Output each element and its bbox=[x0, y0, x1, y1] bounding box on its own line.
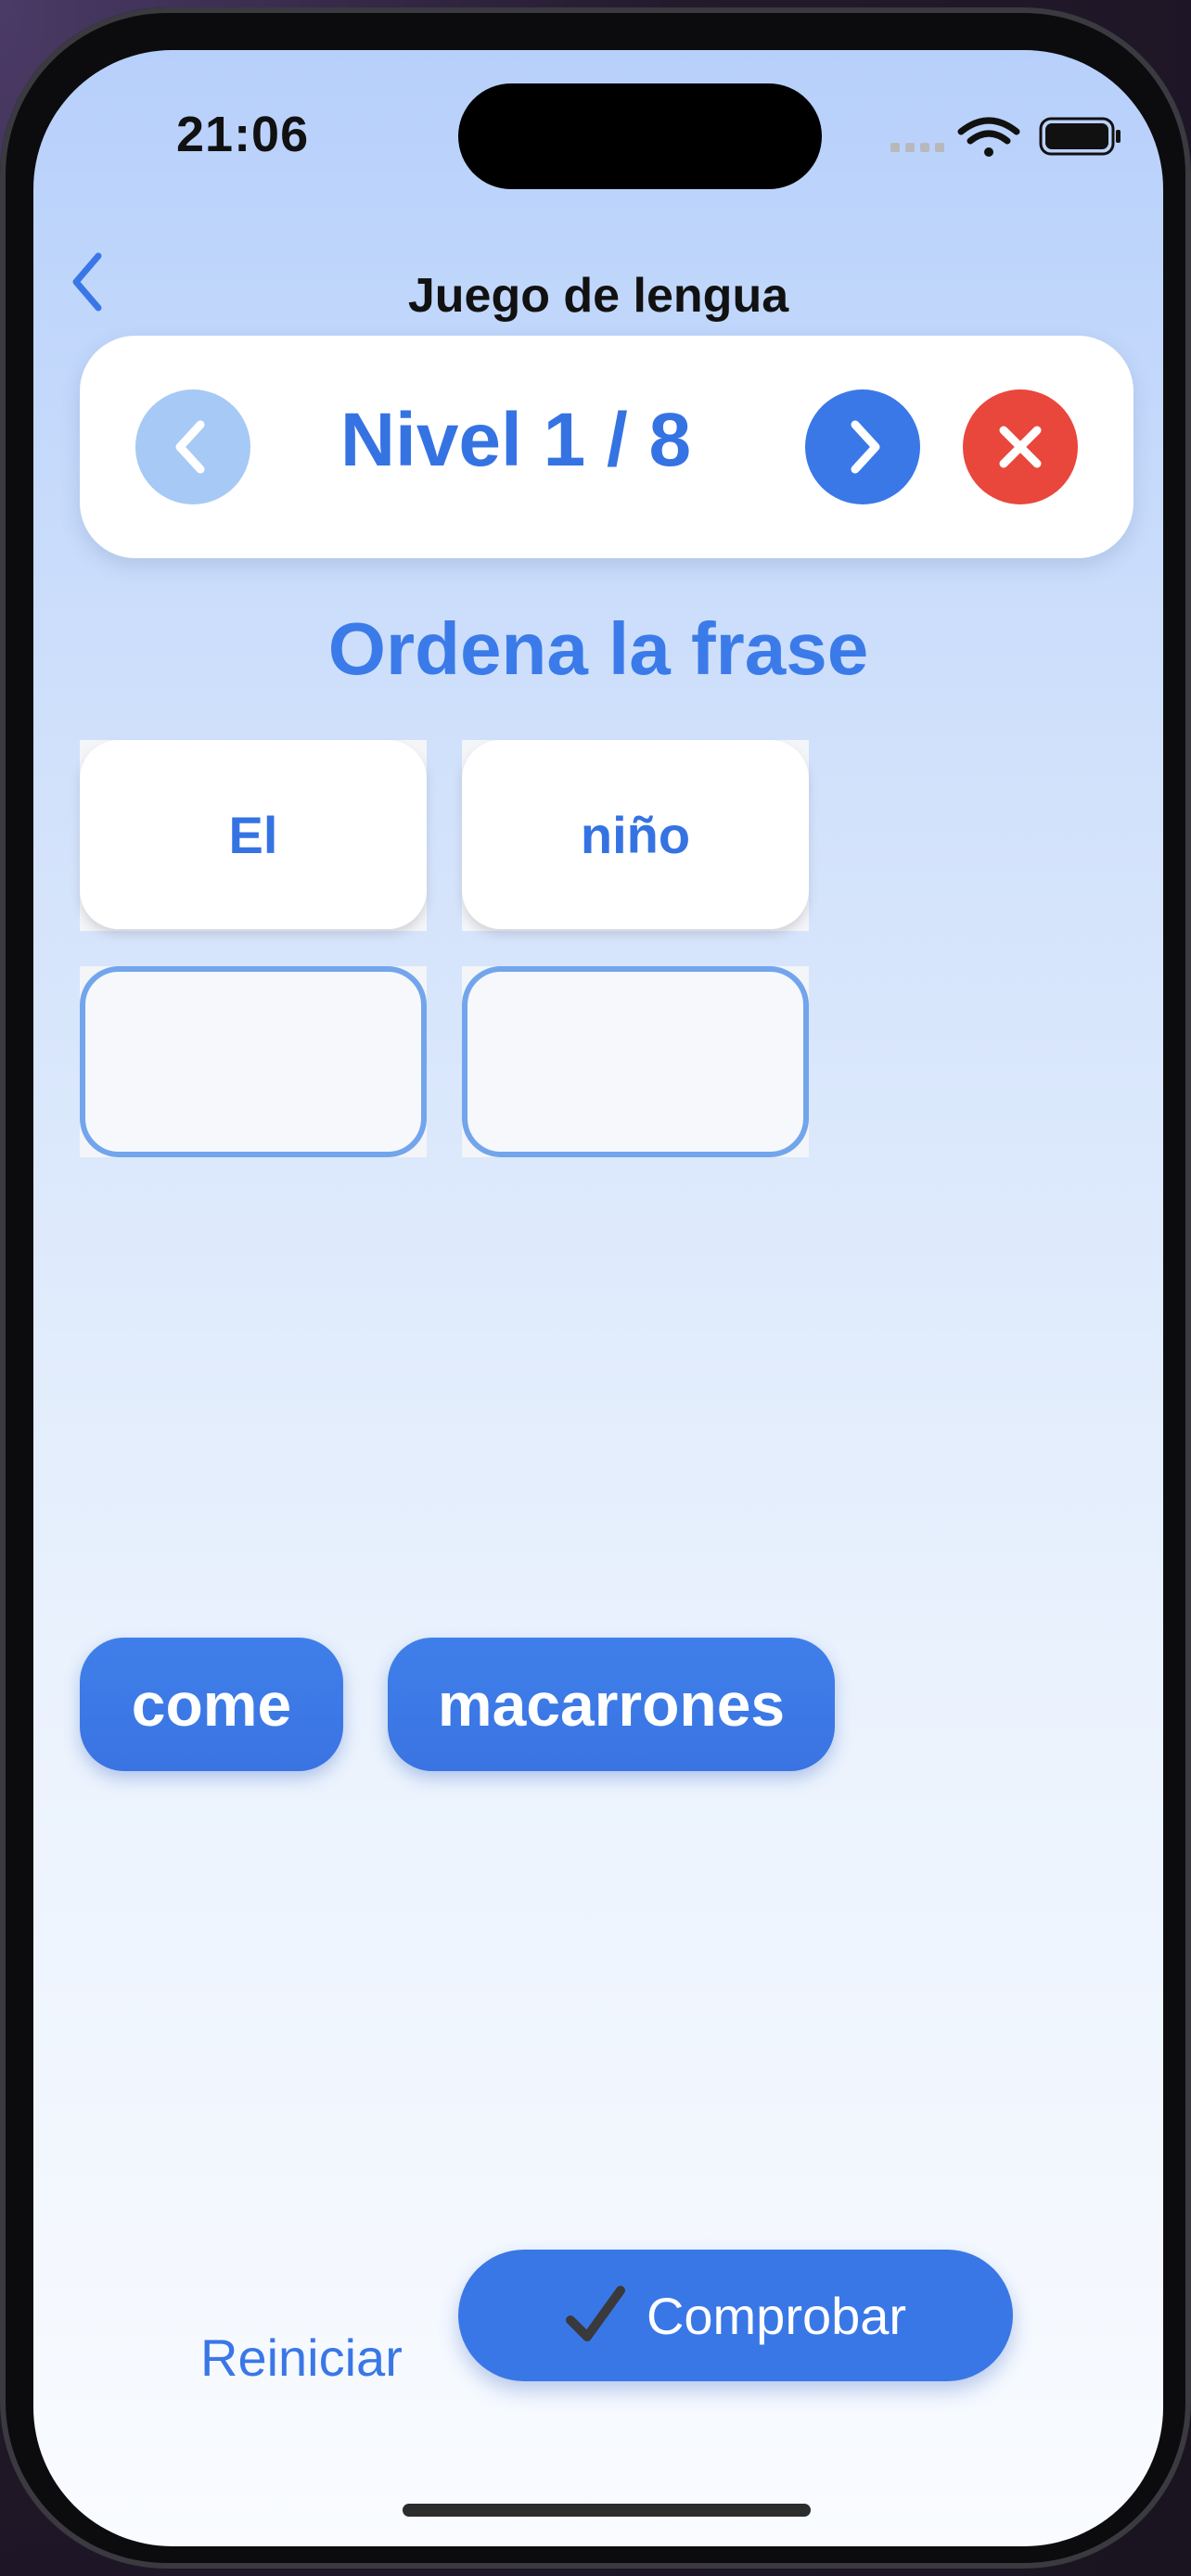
reset-button[interactable]: Reiniciar bbox=[200, 2327, 403, 2388]
checkmark-icon bbox=[565, 2286, 625, 2341]
empty-slot bbox=[80, 966, 427, 1157]
placed-word[interactable]: niño bbox=[462, 740, 809, 929]
word-chip-come[interactable]: come bbox=[80, 1638, 343, 1771]
nav-title: Juego de lengua bbox=[407, 269, 789, 323]
next-level-button[interactable] bbox=[805, 389, 920, 504]
home-indicator[interactable] bbox=[403, 2504, 811, 2517]
answer-slot-4[interactable] bbox=[462, 966, 809, 1157]
answer-slot-1[interactable]: El bbox=[80, 740, 427, 931]
dynamic-island bbox=[458, 83, 822, 189]
device-background: 21:06 Juego de lengua Nivel 1 / 8 Ordena… bbox=[0, 0, 1191, 2576]
close-icon bbox=[999, 426, 1042, 468]
close-button[interactable] bbox=[963, 389, 1078, 504]
status-time: 21:06 bbox=[176, 107, 310, 162]
level-card: Nivel 1 / 8 bbox=[80, 336, 1133, 558]
chevron-right-icon bbox=[851, 420, 880, 474]
status-icons bbox=[850, 115, 1128, 171]
app-screen: 21:06 Juego de lengua Nivel 1 / 8 Ordena… bbox=[33, 50, 1163, 2546]
placed-word[interactable]: El bbox=[80, 740, 427, 929]
level-indicator: Nivel 1 / 8 bbox=[339, 398, 692, 482]
battery-icon bbox=[1039, 117, 1121, 156]
wifi-icon bbox=[957, 117, 1020, 157]
previous-level-button[interactable] bbox=[135, 389, 250, 504]
answer-slot-3[interactable] bbox=[80, 966, 427, 1157]
signal-icon bbox=[890, 143, 944, 152]
empty-slot bbox=[462, 966, 809, 1157]
instruction-title: Ordena la frase bbox=[327, 607, 869, 690]
chevron-left-icon bbox=[175, 420, 205, 474]
check-button[interactable]: Comprobar bbox=[458, 2250, 1013, 2381]
check-button-label: Comprobar bbox=[646, 2286, 907, 2345]
answer-slot-2[interactable]: niño bbox=[462, 740, 809, 931]
word-chip-macarrones[interactable]: macarrones bbox=[388, 1638, 835, 1771]
